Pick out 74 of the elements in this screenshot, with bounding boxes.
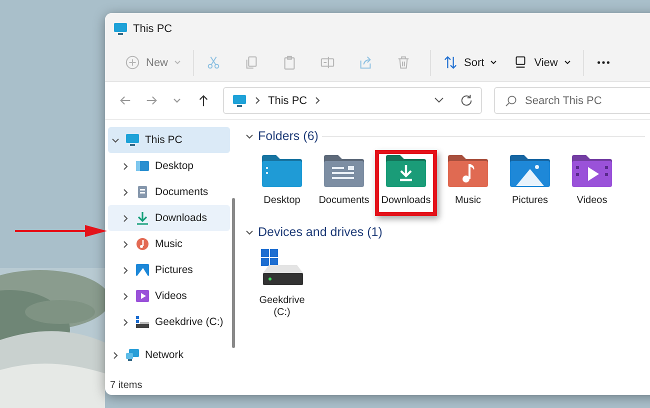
collapse-chevron-icon[interactable] <box>245 228 254 236</box>
expand-chevron-icon[interactable] <box>121 162 130 170</box>
address-bar[interactable]: This PC <box>223 87 482 114</box>
sidebar-item[interactable]: Pictures <box>108 257 230 283</box>
desktop-folder-icon <box>260 153 304 189</box>
copy-icon <box>244 55 260 70</box>
search-field[interactable]: Search This PC <box>494 87 650 114</box>
sidebar-item[interactable]: Downloads <box>108 205 230 231</box>
expand-chevron-icon[interactable] <box>253 96 262 105</box>
collapse-chevron-icon[interactable] <box>111 136 120 144</box>
music-folder-icon <box>446 153 490 189</box>
status-text: 7 items <box>110 380 144 391</box>
network-icon <box>125 348 140 362</box>
forward-arrow-icon <box>144 94 158 107</box>
sidebar-item[interactable]: Network <box>108 342 230 368</box>
pictures-icon <box>135 263 150 277</box>
folder-item[interactable]: Documents <box>313 150 375 216</box>
scissors-icon <box>206 55 222 70</box>
up-arrow-icon <box>196 94 210 107</box>
plus-circle-icon <box>125 55 140 70</box>
expand-chevron-icon[interactable] <box>121 188 130 196</box>
desktop-icon <box>135 159 150 173</box>
downloads-folder-icon <box>384 153 428 189</box>
sort-icon <box>443 55 458 70</box>
dropdown-chevron-icon[interactable] <box>434 97 444 104</box>
back-arrow-icon <box>118 94 132 107</box>
expand-chevron-icon[interactable] <box>111 350 120 360</box>
expand-chevron-icon[interactable] <box>121 292 130 300</box>
expand-chevron-icon[interactable] <box>121 214 130 222</box>
computer-icon <box>125 133 140 147</box>
view-button[interactable]: View <box>505 48 579 76</box>
rename-icon <box>320 55 336 70</box>
computer-icon <box>113 22 128 36</box>
folder-item[interactable]: Pictures <box>499 150 561 216</box>
download-icon <box>135 211 150 225</box>
sidebar-item[interactable]: Music <box>108 231 230 257</box>
caret-icon <box>490 60 498 65</box>
sort-button[interactable]: Sort <box>435 48 506 76</box>
folder-item[interactable]: Desktop <box>251 150 313 216</box>
expand-chevron-icon[interactable] <box>313 96 322 105</box>
sidebar-item[interactable]: Desktop <box>108 153 230 179</box>
sidebar-item[interactable]: This PC <box>108 127 230 153</box>
refresh-icon[interactable] <box>460 94 473 107</box>
document-icon <box>135 185 150 199</box>
search-icon <box>505 95 517 107</box>
expand-chevron-icon[interactable] <box>121 318 130 326</box>
caret-icon <box>174 60 182 65</box>
expand-chevron-icon[interactable] <box>121 266 130 274</box>
caret-icon <box>564 60 571 65</box>
section-heading[interactable]: Folders (6) <box>258 129 318 143</box>
pictures-folder-icon <box>508 153 552 189</box>
computer-icon <box>232 94 247 108</box>
clipboard-icon <box>282 55 298 70</box>
delete-icon <box>396 55 412 70</box>
share-icon <box>358 55 374 70</box>
drive-item[interactable]: Geekdrive (C:) <box>251 246 313 319</box>
folder-item[interactable]: Downloads <box>375 150 437 216</box>
folder-item[interactable]: Music <box>437 150 499 216</box>
drive-icon <box>135 315 150 329</box>
documents-folder-icon <box>322 153 366 189</box>
window-title: This PC <box>133 22 172 34</box>
breadcrumb[interactable]: This PC <box>268 94 308 106</box>
video-icon <box>135 289 150 303</box>
chevron-down-icon <box>173 98 181 104</box>
music-icon <box>135 237 150 251</box>
sidebar-item[interactable]: Documents <box>108 179 230 205</box>
sidebar-item[interactable]: Videos <box>108 283 230 309</box>
expand-chevron-icon[interactable] <box>121 240 130 248</box>
section-heading[interactable]: Devices and drives (1) <box>258 225 382 239</box>
scrollbar[interactable] <box>232 198 235 348</box>
collapse-chevron-icon[interactable] <box>245 132 254 140</box>
folder-item[interactable]: Videos <box>561 150 623 216</box>
sidebar-item[interactable]: Geekdrive (C:) <box>108 309 230 335</box>
videos-folder-icon <box>570 153 614 189</box>
